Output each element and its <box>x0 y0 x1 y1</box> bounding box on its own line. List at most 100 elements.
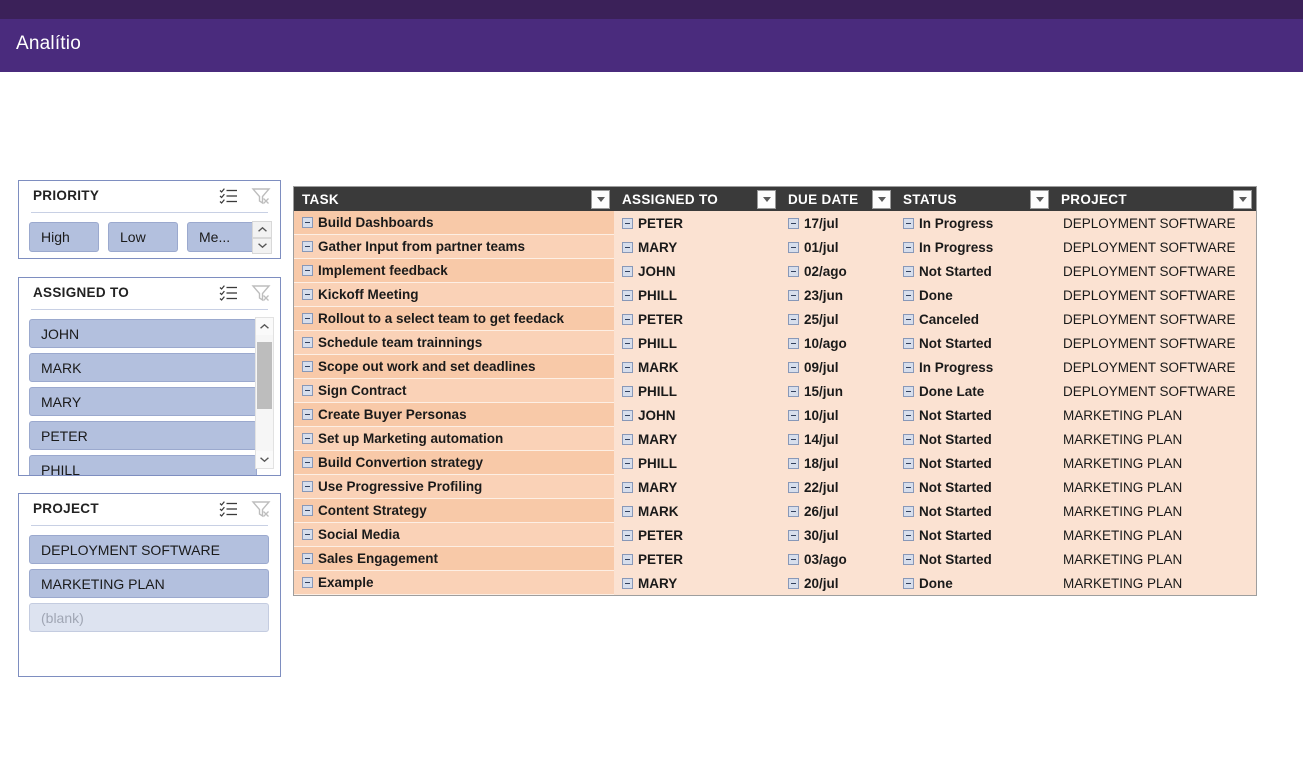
collapse-minus-icon[interactable] <box>302 409 313 420</box>
multi-select-icon[interactable] <box>219 499 239 519</box>
collapse-minus-icon[interactable] <box>622 241 633 253</box>
collapse-minus-icon[interactable] <box>302 337 313 348</box>
collapse-minus-icon[interactable] <box>302 577 313 588</box>
collapse-minus-icon[interactable] <box>903 385 914 397</box>
multi-select-icon[interactable] <box>219 186 239 206</box>
slicer-assigned-to[interactable]: ASSIGNED TO JOHN MARK MARY PETER PHILL <box>18 277 281 476</box>
table-row[interactable]: Social Media PETER 30/jul Not Started MARKET… <box>294 523 1256 547</box>
scroll-up-icon[interactable] <box>256 318 273 335</box>
collapse-minus-icon[interactable] <box>302 265 313 276</box>
collapse-minus-icon[interactable] <box>903 433 914 445</box>
collapse-minus-icon[interactable] <box>622 577 633 589</box>
table-row[interactable]: Kickoff Meeting PHILL 23/jun Done DEPLOYMENT… <box>294 283 1256 307</box>
slicer-item-assigned-mark[interactable]: MARK <box>29 353 257 382</box>
collapse-minus-icon[interactable] <box>903 241 914 253</box>
collapse-minus-icon[interactable] <box>903 313 914 325</box>
table-row[interactable]: Use Progressive Profiling MARY 22/jul Not S… <box>294 475 1256 499</box>
slicer-item-priority-high[interactable]: High <box>29 222 99 252</box>
collapse-minus-icon[interactable] <box>622 385 633 397</box>
table-row[interactable]: Sales Engagement PETER 03/ago Not Started MA… <box>294 547 1256 571</box>
collapse-minus-icon[interactable] <box>903 217 914 229</box>
table-row[interactable]: Sign Contract PHILL 15/jun Done Late DEPLOYM… <box>294 379 1256 403</box>
collapse-minus-icon[interactable] <box>622 481 633 493</box>
filter-dropdown-due-date[interactable] <box>872 190 891 209</box>
collapse-minus-icon[interactable] <box>622 505 633 517</box>
clear-filter-icon[interactable] <box>251 283 271 303</box>
column-header-task[interactable]: TASK <box>294 187 614 211</box>
collapse-minus-icon[interactable] <box>302 385 313 396</box>
collapse-minus-icon[interactable] <box>302 313 313 324</box>
collapse-minus-icon[interactable] <box>622 289 633 301</box>
collapse-minus-icon[interactable] <box>302 457 313 468</box>
column-header-due-date[interactable]: DUE DATE <box>780 187 895 211</box>
slicer-item-assigned-mary[interactable]: MARY <box>29 387 257 416</box>
collapse-minus-icon[interactable] <box>302 361 313 372</box>
table-row[interactable]: Gather Input from partner teams MARY 01/ju… <box>294 235 1256 259</box>
slicer-project[interactable]: PROJECT DEPLOYMENT SOFTWARE MARKETING PL… <box>18 493 281 677</box>
collapse-minus-icon[interactable] <box>788 553 799 565</box>
collapse-minus-icon[interactable] <box>788 361 799 373</box>
collapse-minus-icon[interactable] <box>622 313 633 325</box>
filter-dropdown-task[interactable] <box>591 190 610 209</box>
table-row[interactable]: Implement feedback JOHN 02/ago Not Started D… <box>294 259 1256 283</box>
pivot-table[interactable]: TASK ASSIGNED TO DUE DATE STATUS PROJECT… <box>293 186 1257 596</box>
collapse-minus-icon[interactable] <box>302 505 313 516</box>
collapse-minus-icon[interactable] <box>903 457 914 469</box>
collapse-minus-icon[interactable] <box>788 457 799 469</box>
multi-select-icon[interactable] <box>219 283 239 303</box>
slicer-item-priority-medium[interactable]: Me... <box>187 222 257 252</box>
spinner-down-button[interactable] <box>252 237 272 254</box>
clear-filter-icon[interactable] <box>251 499 271 519</box>
collapse-minus-icon[interactable] <box>903 481 914 493</box>
table-row[interactable]: Build Convertion strategy PHILL 18/jul Not … <box>294 451 1256 475</box>
collapse-minus-icon[interactable] <box>788 529 799 541</box>
collapse-minus-icon[interactable] <box>302 529 313 540</box>
collapse-minus-icon[interactable] <box>622 433 633 445</box>
collapse-minus-icon[interactable] <box>903 289 914 301</box>
collapse-minus-icon[interactable] <box>788 577 799 589</box>
collapse-minus-icon[interactable] <box>788 481 799 493</box>
collapse-minus-icon[interactable] <box>788 241 799 253</box>
collapse-minus-icon[interactable] <box>903 265 914 277</box>
table-row[interactable]: Content Strategy MARK 26/jul Not Started MAR… <box>294 499 1256 523</box>
collapse-minus-icon[interactable] <box>302 433 313 444</box>
collapse-minus-icon[interactable] <box>788 313 799 325</box>
table-row[interactable]: Rollout to a select team to get feedack P… <box>294 307 1256 331</box>
slicer-priority[interactable]: PRIORITY High Low Me... <box>18 180 281 259</box>
scrollbar-thumb[interactable] <box>257 342 272 409</box>
collapse-minus-icon[interactable] <box>788 265 799 277</box>
collapse-minus-icon[interactable] <box>903 529 914 541</box>
collapse-minus-icon[interactable] <box>903 577 914 589</box>
collapse-minus-icon[interactable] <box>622 361 633 373</box>
slicer-priority-spinner[interactable] <box>252 221 272 254</box>
filter-dropdown-project[interactable] <box>1233 190 1252 209</box>
slicer-item-assigned-phill[interactable]: PHILL <box>29 455 257 475</box>
collapse-minus-icon[interactable] <box>622 265 633 277</box>
collapse-minus-icon[interactable] <box>622 457 633 469</box>
collapse-minus-icon[interactable] <box>788 217 799 229</box>
table-row[interactable]: Schedule team trainnings PHILL 10/ago Not S… <box>294 331 1256 355</box>
collapse-minus-icon[interactable] <box>622 337 633 349</box>
slicer-item-project-deployment-software[interactable]: DEPLOYMENT SOFTWARE <box>29 535 269 564</box>
collapse-minus-icon[interactable] <box>788 289 799 301</box>
collapse-minus-icon[interactable] <box>903 553 914 565</box>
collapse-minus-icon[interactable] <box>622 553 633 565</box>
collapse-minus-icon[interactable] <box>903 409 914 421</box>
collapse-minus-icon[interactable] <box>302 241 313 252</box>
table-row[interactable]: Scope out work and set deadlines MARK 09/j… <box>294 355 1256 379</box>
table-row[interactable]: Set up Marketing automation MARY 14/jul Not… <box>294 427 1256 451</box>
slicer-item-project-blank[interactable]: (blank) <box>29 603 269 632</box>
scroll-down-icon[interactable] <box>256 451 273 468</box>
spinner-up-button[interactable] <box>252 221 272 238</box>
table-row[interactable]: Example MARY 20/jul Done MARKETING PLAN <box>294 571 1256 595</box>
filter-dropdown-status[interactable] <box>1030 190 1049 209</box>
collapse-minus-icon[interactable] <box>302 553 313 564</box>
collapse-minus-icon[interactable] <box>788 385 799 397</box>
collapse-minus-icon[interactable] <box>622 409 633 421</box>
clear-filter-icon[interactable] <box>251 186 271 206</box>
slicer-item-project-marketing-plan[interactable]: MARKETING PLAN <box>29 569 269 598</box>
slicer-item-priority-low[interactable]: Low <box>108 222 178 252</box>
collapse-minus-icon[interactable] <box>788 433 799 445</box>
filter-dropdown-assigned-to[interactable] <box>757 190 776 209</box>
slicer-item-assigned-john[interactable]: JOHN <box>29 319 257 348</box>
